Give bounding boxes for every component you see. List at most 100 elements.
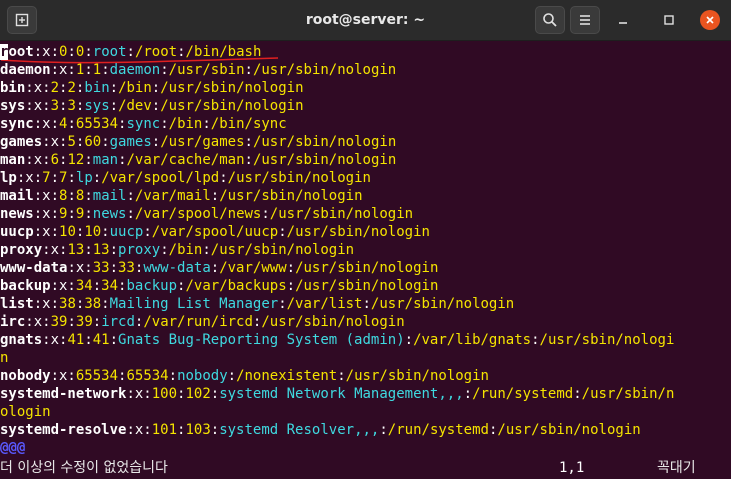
passwd-separator: : xyxy=(202,242,211,258)
passwd-uid: 5 xyxy=(67,134,76,150)
minimize-icon xyxy=(619,22,627,24)
close-button[interactable] xyxy=(700,10,720,30)
passwd-separator: : xyxy=(101,224,110,240)
passwd-separator: :x: xyxy=(67,260,93,276)
passwd-shell: /usr/sbin/nologin xyxy=(252,152,397,168)
passwd-user: systemd-network xyxy=(0,386,127,402)
passwd-gecos: mail xyxy=(92,188,127,204)
passwd-separator: : xyxy=(244,134,253,150)
passwd-separator: : xyxy=(160,116,169,132)
passwd-gecos: news xyxy=(92,206,127,222)
passwd-home: /bin xyxy=(118,80,152,96)
passwd-shell: /usr/sbin/nologin xyxy=(160,98,304,114)
passwd-uid: 13 xyxy=(67,242,85,258)
passwd-home: /var/run/ircd xyxy=(143,314,253,330)
passwd-separator: : xyxy=(50,170,60,186)
passwd-home: /var/www xyxy=(219,260,287,276)
passwd-home: /root xyxy=(134,44,178,60)
passwd-separator: : xyxy=(404,332,414,348)
menu-button[interactable] xyxy=(570,6,600,34)
passwd-line: systemd-network:x:100:102:systemd Networ… xyxy=(0,385,674,403)
passwd-user: nobody xyxy=(0,368,51,384)
passwd-line: sync:x:4:65534:sync:/bin:/bin/sync xyxy=(0,115,287,133)
passwd-shell: /usr/sbin/nologin xyxy=(497,422,641,438)
new-tab-button[interactable] xyxy=(7,6,37,34)
passwd-gecos: games xyxy=(109,134,152,150)
passwd-uid: 65534 xyxy=(75,368,119,384)
passwd-separator: : xyxy=(67,44,76,60)
passwd-gecos: sync xyxy=(126,116,161,132)
minimize-button[interactable] xyxy=(609,6,637,34)
passwd-home: /usr/sbin xyxy=(168,62,245,78)
status-message: 더 이상의 수정이 없었습니다 xyxy=(0,460,168,476)
terminal-output[interactable]: root:x:0:0:root:/root:/bin/bash daemon:x:… xyxy=(0,41,731,479)
passwd-uid: 101 xyxy=(151,422,178,438)
vim-status-line: 더 이상의 수정이 없었습니다 1,1 꼭대기 xyxy=(0,459,731,477)
passwd-home: /usr/games xyxy=(160,134,245,150)
passwd-separator: : xyxy=(92,170,102,186)
passwd-home: /run/systemd xyxy=(387,422,489,438)
passwd-line: irc:x:39:39:ircd:/var/run/ircd:/usr/sbin… xyxy=(0,313,405,331)
passwd-separator: : xyxy=(109,242,119,258)
passwd-gecos: bin xyxy=(84,80,110,96)
passwd-separator: : xyxy=(67,116,76,132)
passwd-home: /run/systemd xyxy=(472,386,574,402)
passwd-user: sys xyxy=(0,98,26,114)
passwd-separator: : xyxy=(531,332,540,348)
passwd-separator: : xyxy=(151,98,161,114)
passwd-line: www-data:x:33:33:www-data:/var/www:/usr/… xyxy=(0,259,438,277)
passwd-shell: /usr/sbin/nologi xyxy=(539,332,675,348)
passwd-separator: : xyxy=(362,296,371,312)
passwd-separator: : xyxy=(101,62,110,78)
passwd-gecos: Gnats Bug-Reporting System (admin) xyxy=(118,332,405,348)
passwd-home: /var/spool/uucp xyxy=(151,224,279,240)
passwd-separator: : xyxy=(67,314,76,330)
passwd-separator: :x: xyxy=(25,98,51,114)
passwd-separator: : xyxy=(126,206,135,222)
passwd-separator: :x: xyxy=(33,44,60,60)
close-icon xyxy=(706,16,714,24)
passwd-home: /var/backups xyxy=(185,278,287,294)
passwd-separator: : xyxy=(84,332,93,348)
passwd-separator: : xyxy=(126,44,135,60)
passwd-separator: :x: xyxy=(42,134,68,150)
passwd-separator: :x: xyxy=(126,386,152,402)
passwd-separator: :x: xyxy=(16,170,43,186)
passwd-separator: : xyxy=(151,134,161,150)
passwd-separator: :x: xyxy=(126,422,152,438)
passwd-separator: : xyxy=(84,152,93,168)
passwd-line: news:x:9:9:news:/var/spool/news:/usr/sbi… xyxy=(0,205,413,223)
passwd-line: man:x:6:12:man:/var/cache/man:/usr/sbin/… xyxy=(0,151,396,169)
passwd-separator: : xyxy=(101,134,110,150)
passwd-shell: /usr/sbin/nologin xyxy=(252,62,397,78)
passwd-separator: : xyxy=(143,224,152,240)
title-bar: root@server: ~ xyxy=(0,0,731,41)
passwd-uid: 39 xyxy=(50,314,68,330)
passwd-separator: :x: xyxy=(33,116,60,132)
passwd-separator: :x: xyxy=(33,188,60,204)
passwd-separator: : xyxy=(160,62,169,78)
passwd-separator: : xyxy=(84,62,93,78)
passwd-uid: 33 xyxy=(92,260,110,276)
passwd-line-wrap: n xyxy=(0,349,8,367)
passwd-gecos: systemd Resolver,,, xyxy=(219,422,380,438)
passwd-separator: : xyxy=(210,188,220,204)
passwd-shell: /usr/sbin/nologin xyxy=(261,314,405,330)
passwd-shell: /bin/sync xyxy=(210,116,287,132)
passwd-user: daemon xyxy=(0,62,51,78)
passwd-separator: : xyxy=(118,152,127,168)
passwd-separator: :x: xyxy=(33,296,60,312)
search-button[interactable] xyxy=(535,6,565,34)
maximize-button[interactable] xyxy=(655,6,683,34)
passwd-separator: :x: xyxy=(50,278,76,294)
passwd-gecos: man xyxy=(92,152,119,168)
passwd-separator: : xyxy=(278,296,287,312)
passwd-separator: : xyxy=(109,80,119,96)
hamburger-menu-icon xyxy=(580,15,590,25)
passwd-gecos: ircd xyxy=(101,314,135,330)
passwd-separator: : xyxy=(168,368,178,384)
passwd-separator: :x: xyxy=(50,62,76,78)
passwd-separator: : xyxy=(92,314,102,330)
passwd-separator: : xyxy=(151,80,161,96)
passwd-line: root:x:0:0:root:/root:/bin/bash xyxy=(0,43,261,61)
